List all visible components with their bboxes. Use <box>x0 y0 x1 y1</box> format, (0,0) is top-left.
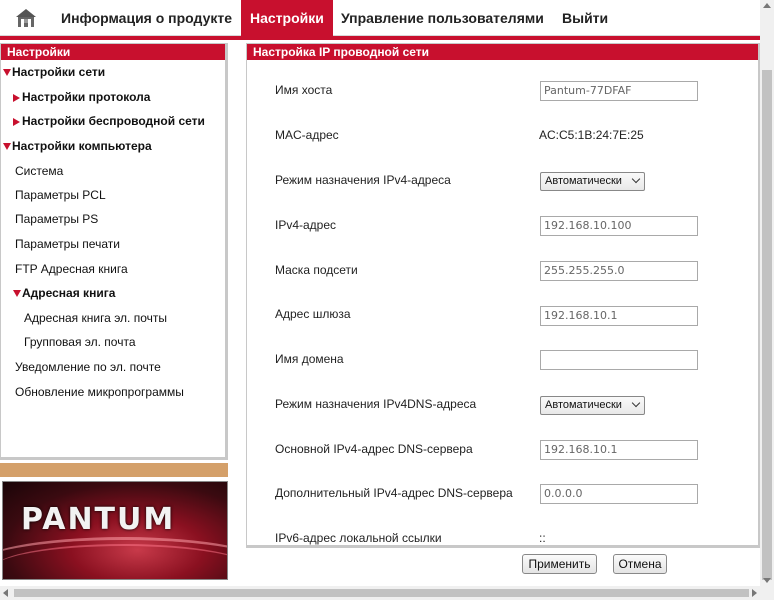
mac-address-value: AC:C5:1B:24:7E:25 <box>539 128 644 142</box>
page: Информация о продукте Настройки Управлен… <box>0 0 774 600</box>
nav-product-info[interactable]: Информация о продукте <box>61 0 232 36</box>
gateway-label: Адрес шлюза <box>275 307 351 321</box>
home-icon[interactable] <box>16 8 36 28</box>
ipv6-link-local-label: IPv6-адрес локальной ссылки <box>275 531 442 545</box>
apply-button[interactable]: Применить <box>522 554 597 574</box>
sidebar-item-print-params[interactable]: Параметры печати <box>15 237 120 251</box>
pantum-logo: PANTUM <box>2 481 228 580</box>
ipv4-dns-mode-label: Режим назначения IPv4DNS-адреса <box>275 397 477 411</box>
sidebar-item-address-book[interactable]: Адресная книга <box>13 286 115 300</box>
ipv4-mode-label: Режим назначения IPv4-адреса <box>275 173 451 187</box>
expanded-triangle-icon <box>3 143 11 151</box>
hostname-input[interactable]: Pantum-77DFAF <box>540 81 698 101</box>
logo-text: PANTUM <box>21 502 176 537</box>
expanded-triangle-icon <box>3 69 11 77</box>
sidebar: Настройки Настройки сети Настройки прото… <box>0 43 228 460</box>
chevron-down-icon <box>631 398 641 408</box>
sidebar-divider-bar <box>0 463 228 477</box>
mac-address-label: MAC-адрес <box>275 128 339 142</box>
chevron-down-icon <box>631 174 641 184</box>
sidebar-item-system[interactable]: Система <box>15 164 63 178</box>
sidebar-item-network-settings[interactable]: Настройки сети <box>3 65 105 79</box>
sidebar-item-group-email[interactable]: Групповая эл. почта <box>24 335 136 349</box>
horizontal-scroll-thumb[interactable] <box>14 589 749 597</box>
scroll-left-icon[interactable] <box>3 589 8 597</box>
sidebar-item-ps[interactable]: Параметры PS <box>15 212 98 226</box>
top-nav: Информация о продукте Настройки Управлен… <box>0 0 774 36</box>
scroll-up-icon[interactable] <box>763 3 771 8</box>
wired-ip-settings-panel: Настройка IP проводной сети Имя хоста Pa… <box>246 43 761 548</box>
primary-dns-input[interactable]: 192.168.10.1 <box>540 440 698 460</box>
sidebar-item-computer-settings[interactable]: Настройки компьютера <box>3 139 152 153</box>
expanded-triangle-icon <box>13 290 21 298</box>
domain-name-input[interactable] <box>540 350 698 370</box>
ipv4-mode-select[interactable]: Автоматически <box>540 172 645 191</box>
scroll-right-icon[interactable] <box>752 589 757 597</box>
collapsed-triangle-icon <box>13 93 20 102</box>
subnet-mask-input[interactable]: 255.255.255.0 <box>540 261 698 281</box>
panel-title: Настройка IP проводной сети <box>247 44 758 60</box>
subnet-mask-label: Маска подсети <box>275 263 358 277</box>
logo-swirl <box>3 544 227 579</box>
ipv6-link-local-value: :: <box>539 531 546 545</box>
sidebar-item-protocol-settings[interactable]: Настройки протокола <box>13 90 150 104</box>
sidebar-item-pcl[interactable]: Параметры PCL <box>15 188 106 202</box>
nav-settings[interactable]: Настройки <box>241 0 333 36</box>
primary-dns-label: Основной IPv4-адрес DNS-сервера <box>275 442 473 456</box>
nav-logout[interactable]: Выйти <box>562 0 608 36</box>
sidebar-title: Настройки <box>1 44 225 60</box>
gateway-input[interactable]: 192.168.10.1 <box>540 306 698 326</box>
vertical-scroll-thumb[interactable] <box>762 70 772 580</box>
cancel-button[interactable]: Отмена <box>613 554 667 574</box>
ipv4-address-input[interactable]: 192.168.10.100 <box>540 216 698 236</box>
sidebar-item-firmware-update[interactable]: Обновление микропрограммы <box>15 385 184 399</box>
ipv4-dns-mode-select[interactable]: Автоматически <box>540 396 645 415</box>
sidebar-item-email-notification[interactable]: Уведомление по эл. почте <box>15 360 161 374</box>
sidebar-item-ftp-address-book[interactable]: FTP Адресная книга <box>15 262 128 276</box>
sidebar-item-wireless-settings[interactable]: Настройки беспроводной сети <box>13 114 205 128</box>
ipv4-address-label: IPv4-адрес <box>275 218 337 232</box>
horizontal-scrollbar[interactable] <box>0 586 760 600</box>
scroll-down-icon[interactable] <box>763 578 771 583</box>
domain-name-label: Имя домена <box>275 352 344 366</box>
secondary-dns-input[interactable]: 0.0.0.0 <box>540 484 698 504</box>
secondary-dns-label: Дополнительный IPv4-адрес DNS-сервера <box>275 486 513 500</box>
sidebar-item-email-address-book[interactable]: Адресная книга эл. почты <box>24 311 167 325</box>
vertical-scrollbar[interactable] <box>760 0 774 600</box>
collapsed-triangle-icon <box>13 117 20 126</box>
nav-divider <box>0 36 774 40</box>
hostname-label: Имя хоста <box>275 83 333 97</box>
nav-user-management[interactable]: Управление пользователями <box>341 0 544 36</box>
